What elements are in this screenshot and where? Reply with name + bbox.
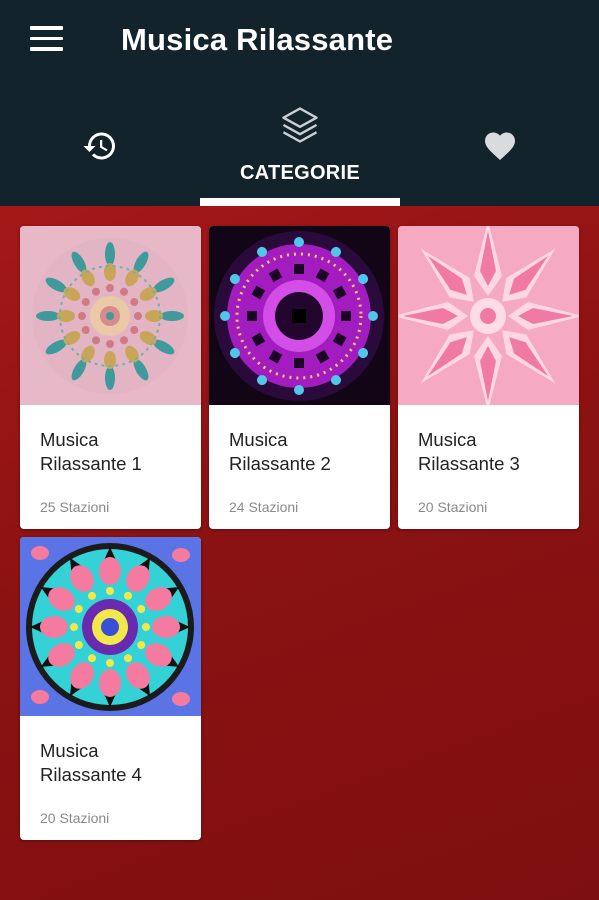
layers-icon (282, 107, 318, 143)
category-title: Musica Rilassante 1 (40, 429, 142, 474)
mandala-pastel-image (20, 226, 201, 405)
app-bar: Musica Rilassante CATEGORIE (0, 0, 599, 206)
category-stations-count: 20 Stazioni (40, 810, 110, 826)
app-title: Musica Rilassante (121, 22, 394, 57)
tab-favorites[interactable] (400, 96, 599, 206)
mandala-flower-image (20, 537, 201, 716)
history-icon (83, 132, 115, 160)
category-stations-count: 24 Stazioni (229, 499, 299, 515)
category-stations-count: 20 Stazioni (418, 499, 488, 515)
mandala-pink-image (398, 226, 579, 405)
category-card-1[interactable]: Musica Rilassante 1 25 Stazioni (20, 226, 201, 529)
category-title: Musica Rilassante 3 (418, 429, 520, 474)
category-card-4[interactable]: Musica Rilassante 4 20 Stazioni (20, 537, 201, 840)
tab-indicator (200, 198, 400, 206)
tab-recent[interactable] (0, 96, 200, 206)
heart-icon (485, 132, 515, 161)
category-grid: Musica Rilassante 1 25 Stazioni Musica R… (0, 206, 599, 900)
menu-icon[interactable] (30, 26, 66, 56)
category-title: Musica Rilassante 2 (229, 429, 331, 474)
tab-categorie[interactable]: CATEGORIE (200, 96, 400, 206)
tab-label-categorie: CATEGORIE (239, 162, 361, 184)
category-stations-count: 25 Stazioni (40, 499, 110, 515)
category-card-2[interactable]: Musica Rilassante 2 24 Stazioni (209, 226, 390, 529)
category-title: Musica Rilassante 4 (40, 740, 142, 785)
mandala-purple-image (209, 226, 390, 405)
category-card-3[interactable]: Musica Rilassante 3 20 Stazioni (398, 226, 579, 529)
